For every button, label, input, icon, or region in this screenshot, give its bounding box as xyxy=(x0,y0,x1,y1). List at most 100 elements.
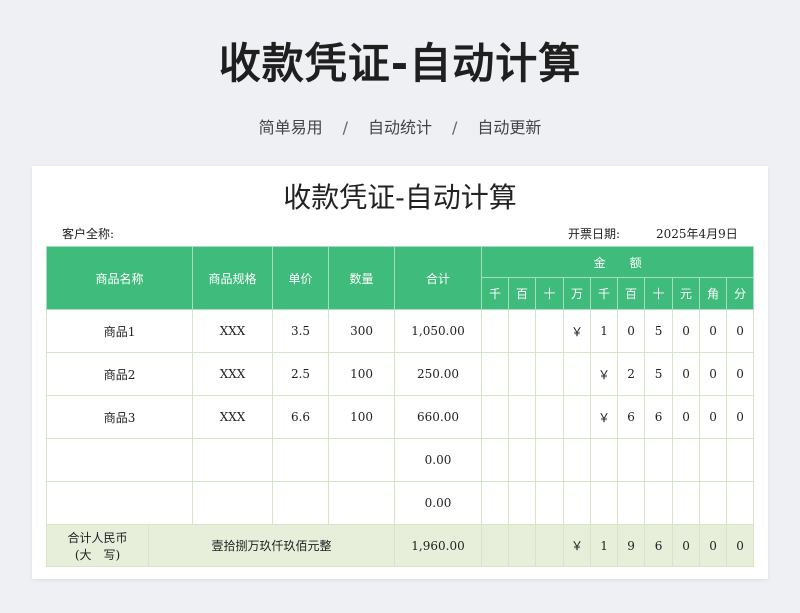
total-digit: 9 xyxy=(617,524,646,567)
total-digit: 1 xyxy=(590,524,619,567)
tag-easy: 简单易用 xyxy=(258,118,323,137)
cell-spec[interactable]: XXX xyxy=(192,309,274,353)
cell-name[interactable] xyxy=(45,481,194,525)
tag-auto-stats: 自动统计 xyxy=(367,118,432,137)
cell-digit xyxy=(672,481,701,525)
cell-digit: 0 xyxy=(672,352,701,396)
table-row: 0.00 xyxy=(45,438,755,482)
cell-digit xyxy=(590,481,619,525)
cell-digit xyxy=(644,438,674,482)
total-digit: ￥ xyxy=(563,524,592,567)
cell-digit xyxy=(563,352,592,396)
cell-digit xyxy=(535,395,565,439)
tag-separator: / xyxy=(342,118,348,137)
header-price: 单价 xyxy=(272,246,330,310)
cell-digit xyxy=(481,481,510,525)
cell-digit xyxy=(617,438,646,482)
total-digit: 0 xyxy=(672,524,701,567)
header-digit-wan: 万 xyxy=(563,277,592,310)
cell-digit: 1 xyxy=(590,309,619,353)
cell-digit: 0 xyxy=(726,352,755,396)
cell-digit: 0 xyxy=(726,395,755,439)
total-label: 合计人民币 (大 写) xyxy=(46,524,149,567)
cell-digit: 5 xyxy=(644,309,674,353)
hero-title: 收款凭证-自动计算 xyxy=(218,39,582,88)
cell-price[interactable]: 6.6 xyxy=(272,395,330,439)
voucher-sheet: 收款凭证-自动计算 客户全称: 开票日期: 2025年4月9日 商品名称 商品规… xyxy=(32,166,768,579)
cell-name[interactable]: 商品1 xyxy=(45,309,194,353)
cell-digit xyxy=(535,481,565,525)
table-row: 商品1 XXX 3.5 300 1,050.00 ￥ 1 0 5 0 0 0 xyxy=(45,309,755,353)
cell-price[interactable]: 2.5 xyxy=(272,352,330,396)
cell-digit xyxy=(508,395,537,439)
cell-digit: 0 xyxy=(699,309,728,353)
cell-qty[interactable]: 100 xyxy=(328,395,396,439)
total-digit: 0 xyxy=(726,524,755,567)
cell-digit: 0 xyxy=(699,395,728,439)
cell-digit xyxy=(481,395,510,439)
total-digit: 0 xyxy=(699,524,728,567)
cell-subtotal: 250.00 xyxy=(394,352,483,396)
cell-digit xyxy=(481,309,510,353)
header-spec: 商品规格 xyxy=(192,246,274,310)
total-row: 合计人民币 (大 写) 壹拾捌万玖仟玖佰元整 1,960.00 ￥ 1 9 6 0… xyxy=(46,524,755,567)
cell-digit: 0 xyxy=(726,309,755,353)
cell-digit xyxy=(726,438,755,482)
cell-digit xyxy=(481,352,510,396)
cell-digit xyxy=(563,481,592,525)
cell-digit xyxy=(590,438,619,482)
customer-label: 客户全称: xyxy=(62,227,115,241)
header-name: 商品名称 xyxy=(45,246,194,310)
cell-spec[interactable]: XXX xyxy=(192,352,274,396)
voucher-title: 收款凭证-自动计算 xyxy=(283,181,517,214)
cell-spec[interactable] xyxy=(192,438,274,482)
cell-digit xyxy=(563,395,592,439)
cell-digit xyxy=(699,438,728,482)
cell-price[interactable] xyxy=(272,438,330,482)
total-digit xyxy=(481,524,510,567)
cell-name[interactable] xyxy=(45,438,194,482)
tagline: 简单易用 / 自动统计 / 自动更新 xyxy=(0,114,800,138)
cell-price[interactable]: 3.5 xyxy=(272,309,330,353)
cell-qty[interactable] xyxy=(328,481,396,525)
total-label-line2: (大 写) xyxy=(74,547,121,562)
cell-name[interactable]: 商品3 xyxy=(45,395,194,439)
cell-name[interactable]: 商品2 xyxy=(45,352,194,396)
cell-digit xyxy=(508,352,537,396)
cell-digit: ￥ xyxy=(590,395,619,439)
total-digit: 6 xyxy=(644,524,674,567)
header-digit-fen: 分 xyxy=(726,277,755,310)
header-digit-bai-wan: 百 xyxy=(508,277,537,310)
cell-subtotal: 0.00 xyxy=(394,438,483,482)
header-amount: 金 额 xyxy=(481,246,755,278)
total-label-line1: 合计人民币 xyxy=(67,530,128,545)
cell-digit xyxy=(617,481,646,525)
header-digit-yuan: 元 xyxy=(672,277,701,310)
cell-digit xyxy=(672,438,701,482)
date-value: 2025年4月9日 xyxy=(656,227,738,241)
cell-digit xyxy=(481,438,510,482)
header-digit-qian-wan: 千 xyxy=(481,277,510,310)
cell-digit xyxy=(508,481,537,525)
header-digit-jiao: 角 xyxy=(699,277,728,310)
cell-digit: 6 xyxy=(617,395,646,439)
cell-digit: 0 xyxy=(699,352,728,396)
cell-digit: 6 xyxy=(644,395,674,439)
cell-price[interactable] xyxy=(272,481,330,525)
cell-spec[interactable] xyxy=(192,481,274,525)
header-qty: 数量 xyxy=(328,246,396,310)
table-row: 商品2 XXX 2.5 100 250.00 ￥ 2 5 0 0 0 xyxy=(45,352,755,396)
cell-digit xyxy=(508,309,537,353)
cell-qty[interactable] xyxy=(328,438,396,482)
header-digit-bai: 百 xyxy=(617,277,646,310)
cell-spec[interactable]: XXX xyxy=(192,395,274,439)
cell-digit: 0 xyxy=(672,309,701,353)
header-digit-qian: 千 xyxy=(590,277,619,310)
cell-qty[interactable]: 100 xyxy=(328,352,396,396)
cell-digit: 2 xyxy=(617,352,646,396)
cell-digit: ￥ xyxy=(563,309,592,353)
cell-qty[interactable]: 300 xyxy=(328,309,396,353)
cell-digit xyxy=(508,438,537,482)
header-subtotal: 合计 xyxy=(394,246,483,310)
cell-digit: 0 xyxy=(672,395,701,439)
